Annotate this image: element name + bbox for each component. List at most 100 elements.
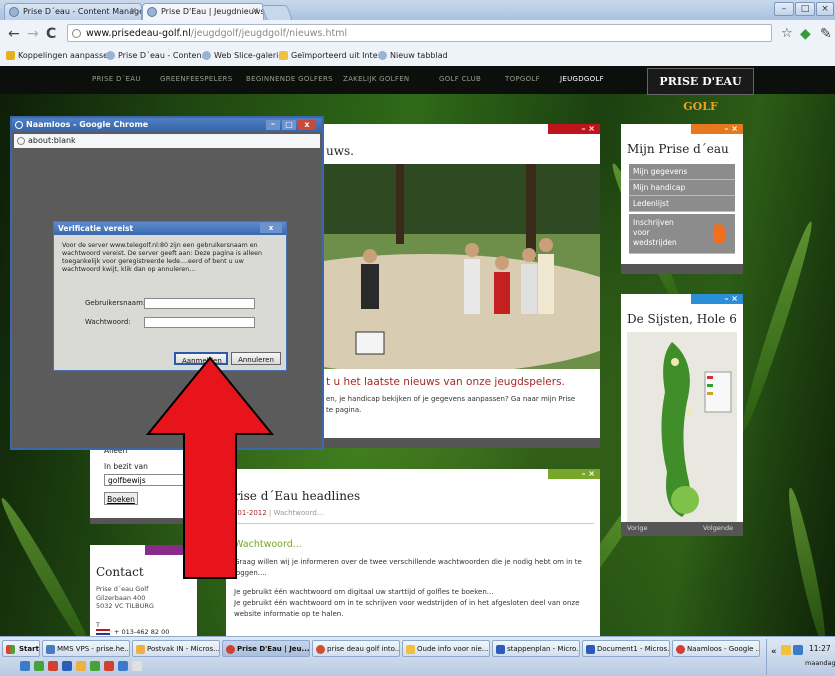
minimize-window-button[interactable]: – <box>774 2 794 16</box>
system-tray: « 11:27 maandag <box>766 639 835 675</box>
site-navigation: PRISE D´EAU GREENFEESPELERS BEGINNENDE G… <box>0 66 835 113</box>
background-leaf <box>0 494 99 636</box>
windows-taskbar: Start MMS VPS - prise.he... Postvak IN -… <box>0 636 835 676</box>
quicklaunch-app-icon[interactable] <box>76 661 86 671</box>
quicklaunch-app-icon[interactable] <box>90 661 100 671</box>
quicklaunch-app-icon[interactable] <box>48 661 58 671</box>
widget-controls[interactable]: – × <box>691 294 743 304</box>
address-bar[interactable]: www.prisedeau-golf.nl/jeugdgolf/jeugdgol… <box>67 24 772 42</box>
news-title: uws. <box>326 144 354 158</box>
taskbar-item-prise-info[interactable]: prise deau golf into... <box>312 640 400 657</box>
menu-inschrijven[interactable]: Inschrijven voor wedstrijden <box>629 214 735 254</box>
bookmark-prise-content[interactable]: Prise D´eau - Conten... <box>106 51 209 60</box>
clock-time[interactable]: 11:27 <box>809 644 831 653</box>
taskbar-item-folder[interactable]: Oude info voor nie... <box>402 640 490 657</box>
maximize-window-button[interactable]: □ <box>795 2 815 16</box>
hole-nav: Vorige Volgende <box>621 522 743 536</box>
bookmark-icon <box>6 51 15 60</box>
widget-controls[interactable]: – × <box>548 469 600 479</box>
article-body: Graag willen wij je informeren over de t… <box>234 557 586 620</box>
news-headline[interactable]: t u het laatste nieuws van onze jeugdspe… <box>326 376 565 388</box>
web-slice-icon <box>202 51 211 60</box>
boeken-button[interactable]: Boeken <box>104 492 138 505</box>
extension-icon[interactable]: ◆ <box>800 26 811 42</box>
article-line: Je gebruikt één wachtwoord om digitaal u… <box>234 588 494 596</box>
bookmark-folder-imported[interactable]: Geïmporteerd uit Inte... <box>279 51 385 60</box>
bookmark-web-slice[interactable]: Web Slice-galerie <box>202 51 283 60</box>
close-tab-icon[interactable]: × <box>129 6 137 16</box>
hole-prev-link[interactable]: Vorige <box>627 524 648 532</box>
page-icon <box>17 137 25 145</box>
tray-expand-icon[interactable]: « <box>771 647 777 657</box>
auth-dialog-message: Voor de server www.telegolf.nl:80 zijn e… <box>62 242 262 273</box>
nav-topgolf[interactable]: TOPGOLF <box>505 75 540 83</box>
password-input[interactable] <box>144 317 255 328</box>
reload-icon[interactable]: C <box>46 26 56 42</box>
popup-address-bar[interactable]: about:blank <box>14 134 320 148</box>
taskbar-item-outlook[interactable]: Postvak IN - Micros... <box>132 640 220 657</box>
new-tab-button[interactable] <box>261 5 293 21</box>
article-line: Graag willen wij je informeren over de t… <box>234 558 582 577</box>
nav-beginnende-golfers[interactable]: BEGINNENDE GOLFERS <box>246 75 333 83</box>
taskbar-item-chrome-active[interactable]: Prise D'Eau | Jeu... <box>222 640 310 657</box>
tab-content-manager[interactable]: Prise D´eau - Content Manage × <box>4 3 142 20</box>
nav-prise-deau[interactable]: PRISE D´EAU <box>92 75 141 83</box>
browser-toolbar: ← → C www.prisedeau-golf.nl/jeugdgolf/je… <box>0 20 835 49</box>
menu-mijn-handicap[interactable]: Mijn handicap <box>629 180 735 196</box>
nav-golf-club[interactable]: GOLF CLUB <box>439 75 481 83</box>
quicklaunch-app-icon[interactable] <box>132 661 142 671</box>
widget-controls[interactable]: – × <box>548 124 600 134</box>
star-bookmark-icon[interactable]: ☆ <box>781 26 793 41</box>
quicklaunch-ie-icon[interactable] <box>20 661 30 671</box>
chrome-icon <box>676 645 685 654</box>
start-button[interactable]: Start <box>2 640 40 657</box>
quicklaunch-app-icon[interactable] <box>62 661 72 671</box>
contact-title: Contact <box>96 565 144 579</box>
quicklaunch-app-icon[interactable] <box>104 661 114 671</box>
app-icon <box>46 645 55 654</box>
tray-network-icon[interactable] <box>793 645 803 655</box>
background-leaf <box>736 219 818 433</box>
word-icon <box>496 645 505 654</box>
chrome-icon <box>15 121 23 129</box>
close-tab-icon[interactable]: × <box>251 6 259 16</box>
red-arrow-annotation <box>145 356 275 579</box>
wrench-menu-icon[interactable]: ✎ <box>820 26 832 42</box>
username-input[interactable] <box>144 298 255 309</box>
nav-greenfeespelers[interactable]: GREENFEESPELERS <box>160 75 232 83</box>
site-logo[interactable]: PRISE D'EAU GOLF <box>647 68 754 113</box>
forward-arrow-icon[interactable]: → <box>27 26 39 42</box>
tab-jeugdnieuws[interactable]: Prise D'Eau | Jeugdnieuws × <box>142 3 264 20</box>
auth-dialog: Verificatie vereist x Voor de server www… <box>53 221 287 371</box>
tray-app-icon[interactable] <box>781 645 791 655</box>
password-label: Wachtwoord: <box>85 318 131 326</box>
taskbar-item-mms[interactable]: MMS VPS - prise.he... <box>42 640 130 657</box>
bookmark-new-tab[interactable]: Nieuw tabblad <box>378 51 448 60</box>
popup-maximize-button[interactable]: □ <box>282 120 296 130</box>
folder-icon <box>279 51 288 60</box>
contact-phone[interactable]: + 013-462 82 00 <box>114 628 169 636</box>
headlines-widget: – × Prise d´Eau headlines 19-01-2012 | W… <box>226 469 600 636</box>
nav-zakelijk-golfen[interactable]: ZAKELIJK GOLFEN <box>343 75 409 83</box>
quicklaunch-app-icon[interactable] <box>118 661 128 671</box>
headline-category[interactable]: Wachtwoord... <box>274 509 324 517</box>
bookmark-koppelingen[interactable]: Koppelingen aanpassen <box>6 51 113 60</box>
widget-controls[interactable]: – × <box>691 124 743 134</box>
taskbar-item-naamloos[interactable]: Naamloos - Google ... <box>672 640 760 657</box>
close-window-button[interactable]: × <box>816 2 834 16</box>
taskbar-item-document1[interactable]: Document1 - Micros... <box>582 640 670 657</box>
nav-jeugdgolf[interactable]: JEUGDGOLF <box>560 75 604 83</box>
popup-close-button[interactable]: x <box>298 120 316 130</box>
popup-titlebar: Naamloos - Google Chrome – □ x <box>12 118 322 132</box>
back-arrow-icon[interactable]: ← <box>8 26 20 42</box>
menu-mijn-gegevens[interactable]: Mijn gegevens <box>629 164 735 180</box>
popup-minimize-button[interactable]: – <box>266 120 280 130</box>
mijn-prise-widget: – × Mijn Prise d´eau Mijn gegevens Mijn … <box>621 124 743 274</box>
mijn-title: Mijn Prise d´eau <box>627 142 729 156</box>
dialog-close-button[interactable]: x <box>260 223 282 233</box>
menu-ledenlijst[interactable]: Ledenlijst <box>629 196 735 212</box>
taskbar-item-stappenplan[interactable]: stappenplan - Micro... <box>492 640 580 657</box>
username-label: Gebruikersnaam: <box>85 299 146 307</box>
quicklaunch-app-icon[interactable] <box>34 661 44 671</box>
hole-next-link[interactable]: Volgende <box>703 524 733 532</box>
